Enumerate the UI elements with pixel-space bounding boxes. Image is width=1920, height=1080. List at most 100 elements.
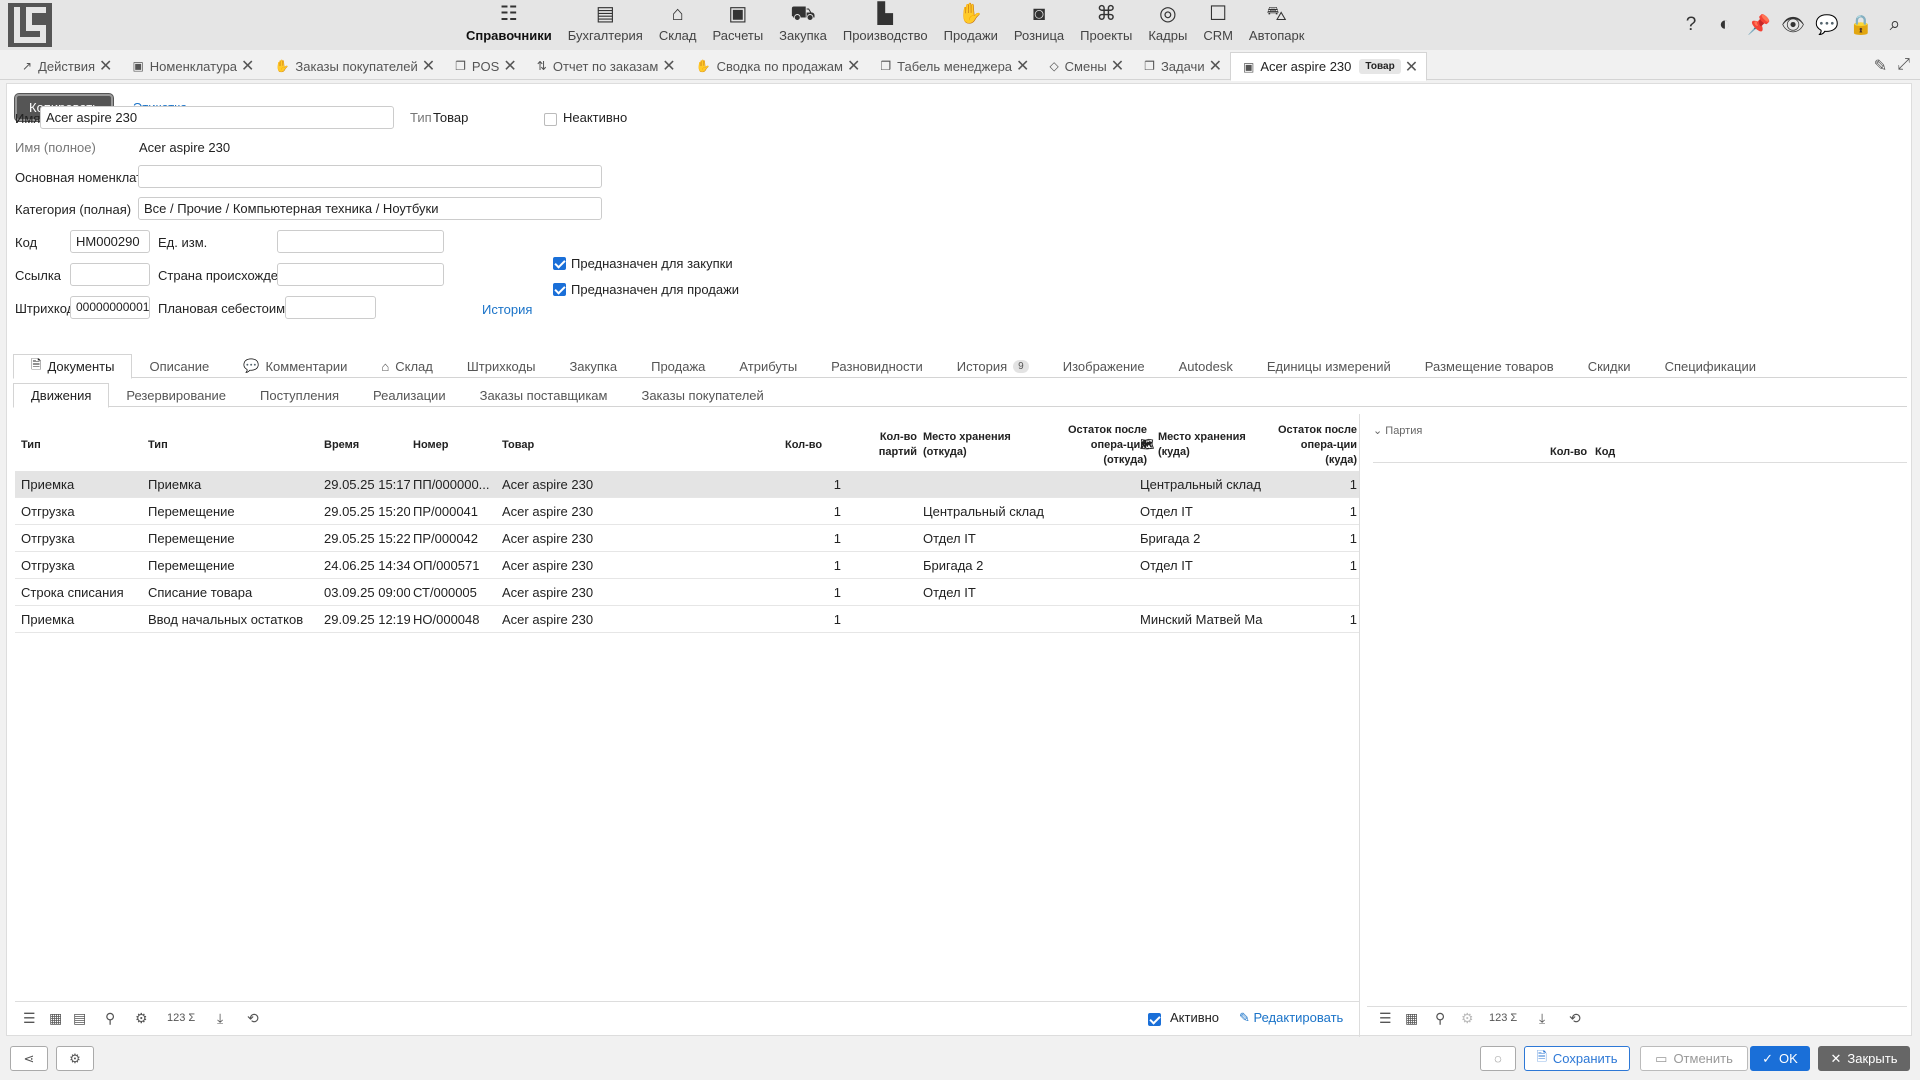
section-tab-7[interactable]: Атрибуты	[722, 354, 814, 378]
section-tab-0[interactable]: 🗎 Документы	[13, 354, 133, 379]
settings-button[interactable]: ⚙	[56, 1046, 94, 1071]
chat-icon[interactable]: 💬	[1815, 14, 1839, 36]
nav-module-4[interactable]: ⛟ Закупка	[771, 2, 835, 48]
nav-module-8[interactable]: ⌘ Проекты	[1072, 2, 1140, 48]
section-tab-10[interactable]: Изображение	[1046, 354, 1162, 378]
pane-splitter[interactable]	[1359, 414, 1360, 1037]
nav-module-5[interactable]: ▙ Производство	[835, 2, 936, 48]
lot-col-code[interactable]: Код	[1595, 446, 1615, 458]
section-tab-13[interactable]: Размещение товаров	[1408, 354, 1571, 378]
section-tab-1[interactable]: Описание	[132, 354, 226, 378]
section-tab-4[interactable]: Штрихкоды	[450, 354, 553, 378]
nav-module-9[interactable]: ◎ Кадры	[1140, 2, 1195, 48]
doc-tab-6[interactable]: ❐ Табель менеджера ✕	[868, 52, 1037, 80]
share-button[interactable]: ⋖	[10, 1046, 48, 1071]
section-tab-12[interactable]: Единицы измерений	[1250, 354, 1408, 378]
subtab-5[interactable]: Заказы покупателей	[624, 383, 780, 407]
edit-pencil-icon[interactable]: ✎	[1874, 56, 1887, 76]
table-row[interactable]: Строка списания Списание товара 03.09.25 0…	[15, 579, 1359, 606]
subtab-0[interactable]: Движения	[13, 383, 110, 408]
close-tab-icon[interactable]: ✕	[847, 56, 860, 76]
table-row[interactable]: Отгрузка Перемещение 24.06.25 14:34 ОП/0005…	[15, 552, 1359, 579]
doc-tab-9[interactable]: ▣ Acer aspire 230 Товар ✕	[1230, 52, 1428, 81]
unit-field[interactable]	[277, 230, 444, 253]
section-tab-2[interactable]: 💬 Комментарии	[226, 354, 364, 378]
col-product[interactable]: Товар	[502, 419, 534, 471]
link-field[interactable]	[70, 263, 150, 286]
lot-group-header[interactable]: ⌄ Партия	[1373, 424, 1422, 437]
section-tab-14[interactable]: Скидки	[1571, 354, 1648, 378]
close-tab-icon[interactable]: ✕	[241, 56, 254, 76]
col-from[interactable]: Место хранения (откуда)	[923, 419, 1023, 471]
filter-icon[interactable]: ⚲	[105, 1010, 115, 1027]
close-tab-icon[interactable]: ✕	[1209, 56, 1222, 76]
refresh-icon[interactable]: ⟲	[247, 1010, 259, 1027]
doc-tab-1[interactable]: ▣ Номенклатура ✕	[120, 52, 262, 80]
list-view-icon[interactable]: ☰	[23, 1010, 36, 1027]
section-tab-5[interactable]: Закупка	[552, 354, 634, 378]
lot-refresh-icon[interactable]: ⟲	[1569, 1010, 1581, 1027]
doc-tab-7[interactable]: ◇ Смены ✕	[1037, 52, 1132, 80]
col-number[interactable]: Номер	[413, 419, 449, 471]
col-rest-from[interactable]: Остаток после опера-ции (откуда)	[1055, 419, 1147, 471]
close-tab-icon[interactable]: ✕	[99, 56, 112, 76]
history-link[interactable]: История	[482, 302, 532, 317]
doc-tab-8[interactable]: ❐ Задачи ✕	[1132, 52, 1230, 80]
planned-cost-field[interactable]	[285, 296, 376, 319]
nav-module-6[interactable]: ✋ Продажи	[936, 2, 1006, 48]
download-icon[interactable]: ⤓	[217, 1010, 223, 1027]
nav-module-1[interactable]: ▤ Бухгалтерия	[560, 2, 651, 48]
for-sale-checkbox[interactable]	[553, 283, 566, 296]
active-checkbox[interactable]	[1148, 1013, 1161, 1026]
doc-tab-3[interactable]: ❐ POS ✕	[443, 52, 525, 80]
nav-module-2[interactable]: ⌂ Склад	[651, 2, 705, 48]
col-type1[interactable]: Тип	[21, 419, 41, 471]
col-type2[interactable]: Тип	[148, 419, 168, 471]
lot-download-icon[interactable]: ⤓	[1539, 1010, 1545, 1027]
section-tab-8[interactable]: Разновидности	[814, 354, 940, 378]
table-row[interactable]: Отгрузка Перемещение 29.05.25 15:20 ПР/0000…	[15, 498, 1359, 525]
col-to[interactable]: 🗺 Место хранения (куда)	[1140, 419, 1264, 471]
doc-tab-2[interactable]: ✋ Заказы покупателей ✕	[262, 52, 443, 80]
lot-col-qty[interactable]: Кол-во	[1550, 446, 1587, 458]
lot-grid-view-icon[interactable]: ▦	[1405, 1010, 1418, 1027]
close-tab-icon[interactable]: ✕	[1405, 57, 1418, 77]
col-lots[interactable]: Кол-во партий	[875, 419, 917, 471]
lot-filter-icon[interactable]: ⚲	[1435, 1010, 1445, 1027]
subtab-3[interactable]: Реализации	[356, 383, 463, 407]
lot-list-view-icon[interactable]: ☰	[1379, 1010, 1392, 1027]
close-tab-icon[interactable]: ✕	[662, 56, 675, 76]
doc-tab-0[interactable]: ↗ Действия ✕	[10, 52, 120, 80]
nav-module-11[interactable]: ⛍ Автопарк	[1241, 2, 1313, 48]
lot-settings-icon[interactable]: ⚙	[1461, 1010, 1474, 1027]
cancel-button[interactable]: ▭ Отменить	[1640, 1046, 1748, 1071]
lot-totals-icon[interactable]: 123 Σ	[1489, 1012, 1517, 1024]
country-field[interactable]	[277, 263, 444, 286]
category-field[interactable]: Все / Прочие / Компьютерная техника / Но…	[138, 197, 602, 220]
base-item-field[interactable]	[138, 165, 602, 188]
inactive-checkbox[interactable]	[544, 113, 557, 126]
section-tab-6[interactable]: Продажа	[634, 354, 722, 378]
col-time[interactable]: Время	[324, 419, 359, 471]
help-icon[interactable]: ?	[1680, 14, 1702, 36]
nav-module-7[interactable]: ◙ Розница	[1006, 2, 1072, 48]
pin-icon[interactable]: 📌	[1747, 14, 1771, 36]
ok-button[interactable]: ✓ OK	[1750, 1046, 1810, 1071]
nav-module-10[interactable]: ☐ CRM	[1195, 2, 1241, 48]
grid-view-icon[interactable]: ▦	[49, 1010, 62, 1027]
lock-icon[interactable]: 🔒	[1849, 14, 1873, 36]
barcode-field[interactable]: 0000000000175	[70, 296, 150, 319]
settings-icon[interactable]: ⚙	[135, 1010, 148, 1027]
nav-module-0[interactable]: ☷ Справочники	[458, 2, 560, 48]
fullscreen-icon[interactable]: ⤢	[1897, 56, 1910, 76]
calendar-view-icon[interactable]: ▤	[73, 1010, 86, 1027]
subtab-2[interactable]: Поступления	[243, 383, 356, 407]
save-button[interactable]: 🗎 Сохранить	[1524, 1046, 1630, 1071]
section-tab-15[interactable]: Спецификации	[1648, 354, 1774, 378]
close-tab-icon[interactable]: ✕	[422, 56, 435, 76]
theme-icon[interactable]: ◐	[1714, 14, 1736, 36]
subtab-4[interactable]: Заказы поставщикам	[463, 383, 625, 407]
totals-icon[interactable]: 123 Σ	[167, 1012, 195, 1024]
search-icon[interactable]: ⌕	[1884, 14, 1906, 36]
close-tab-icon[interactable]: ✕	[1111, 56, 1124, 76]
